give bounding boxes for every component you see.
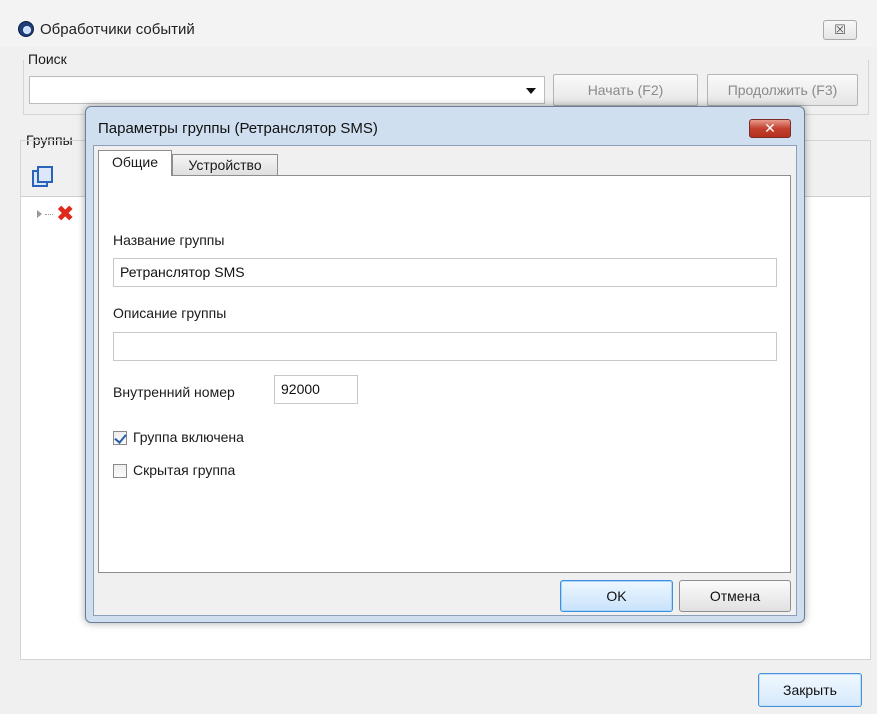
tab-general[interactable]: Общие bbox=[98, 150, 172, 176]
group-enabled-checkbox[interactable] bbox=[113, 431, 127, 445]
main-close-icon[interactable]: ☒ bbox=[823, 20, 857, 40]
group-hidden-label: Скрытая группа bbox=[133, 462, 236, 478]
search-input[interactable] bbox=[29, 76, 545, 104]
general-tab-page: Название группы Ретранслятор SMS Описани… bbox=[98, 175, 791, 573]
copy-icon[interactable] bbox=[32, 166, 53, 187]
tree-expander-icon[interactable] bbox=[37, 210, 42, 218]
group-desc-field[interactable] bbox=[113, 332, 777, 361]
chevron-down-icon[interactable] bbox=[526, 88, 536, 94]
main-window-title: Обработчики событий bbox=[40, 21, 195, 38]
internal-number-label: Внутренний номер bbox=[113, 384, 235, 400]
main-title-bar: Обработчики событий ☒ bbox=[0, 0, 877, 47]
tab-device[interactable]: Устройство bbox=[172, 154, 278, 176]
group-hidden-checkbox[interactable] bbox=[113, 464, 127, 478]
group-name-field[interactable]: Ретранслятор SMS bbox=[113, 258, 777, 287]
group-desc-label: Описание группы bbox=[113, 305, 227, 321]
internal-number-field[interactable]: 92000 bbox=[274, 375, 358, 404]
dialog-title: Параметры группы (Ретранслятор SMS) bbox=[98, 120, 378, 137]
dialog-close-icon[interactable]: ✕ bbox=[749, 119, 791, 138]
group-name-label: Название группы bbox=[113, 232, 225, 248]
app-gear-icon bbox=[18, 21, 34, 37]
dialog-body: Общие Устройство Название группы Ретранс… bbox=[93, 145, 797, 616]
group-params-dialog: Параметры группы (Ретранслятор SMS) ✕ Об… bbox=[85, 106, 805, 623]
tree-connector bbox=[45, 214, 53, 215]
ok-button[interactable]: OK bbox=[560, 580, 673, 612]
group-enabled-label: Группа включена bbox=[133, 429, 244, 445]
close-button[interactable]: Закрыть bbox=[758, 673, 862, 707]
cancel-button[interactable]: Отмена bbox=[679, 580, 791, 612]
continue-search-button[interactable]: Продолжить (F3) bbox=[707, 74, 858, 106]
start-search-button[interactable]: Начать (F2) bbox=[553, 74, 698, 106]
red-x-icon[interactable]: ✖ bbox=[56, 203, 78, 226]
